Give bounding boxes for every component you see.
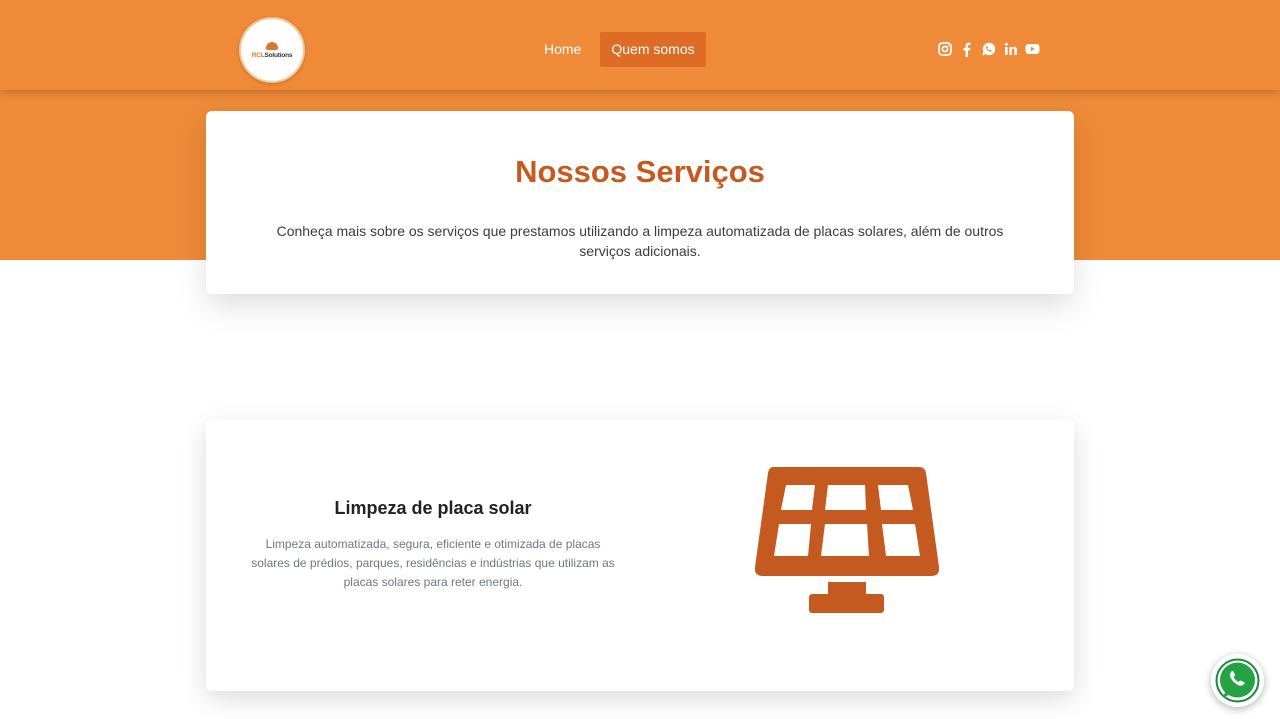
service-card: Limpeza de placa solar Limpeza automatiz… bbox=[206, 419, 1074, 691]
facebook-icon[interactable] bbox=[959, 40, 974, 58]
whatsapp-icon bbox=[1215, 658, 1260, 703]
main-nav: Home Quem somos bbox=[533, 32, 706, 67]
instagram-icon[interactable] bbox=[937, 40, 952, 58]
service-title: Limpeza de placa solar bbox=[334, 498, 532, 518]
page-description: Conheça mais sobre os serviços que prest… bbox=[276, 223, 1004, 259]
navbar: RCLSolutions Home Quem somos bbox=[0, 0, 1280, 90]
whatsapp-float-button[interactable] bbox=[1211, 654, 1264, 707]
logo-text: RCLSolutions bbox=[251, 51, 293, 59]
hero-card: Nossos Serviços Conheça mais sobre os se… bbox=[206, 111, 1074, 294]
whatsapp-icon[interactable] bbox=[981, 40, 996, 58]
logo-mark-icon bbox=[266, 41, 278, 50]
linkedin-icon[interactable] bbox=[1003, 40, 1018, 58]
youtube-icon[interactable] bbox=[1025, 40, 1040, 58]
nav-quem-somos[interactable]: Quem somos bbox=[600, 32, 706, 67]
logo[interactable]: RCLSolutions bbox=[239, 17, 305, 83]
social-links bbox=[937, 40, 1040, 58]
solar-panel-icon bbox=[753, 464, 941, 614]
service-description: Limpeza automatizada, segura, eficiente … bbox=[251, 537, 615, 589]
page-title: Nossos Serviços bbox=[515, 154, 765, 189]
nav-home[interactable]: Home bbox=[533, 32, 592, 67]
